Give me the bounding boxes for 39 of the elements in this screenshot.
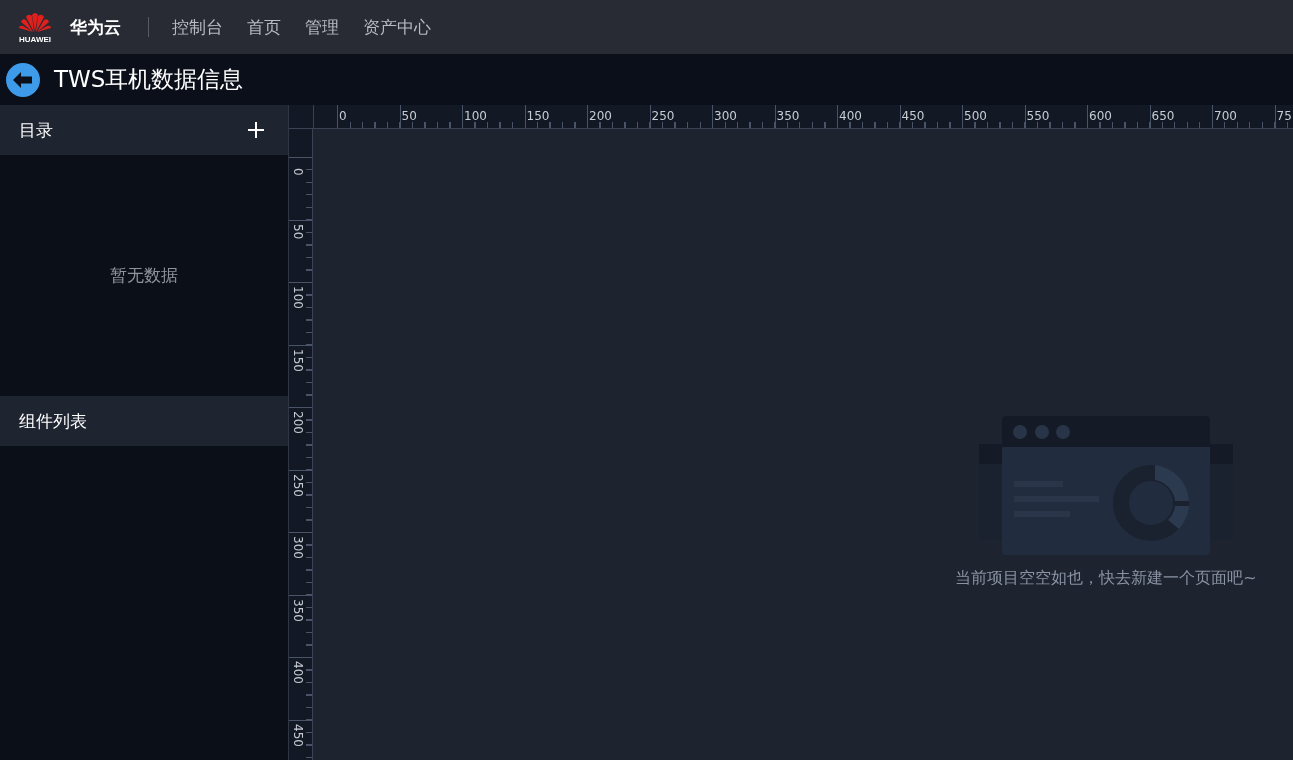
flower-logo-icon xyxy=(18,10,52,33)
nav-link[interactable]: 首页 xyxy=(247,15,281,39)
ruler-label: 400 xyxy=(839,109,862,123)
ruler-label: 300 xyxy=(714,109,737,123)
logo-text: HUAWEI xyxy=(19,34,51,44)
ruler-label: 150 xyxy=(291,348,305,372)
ruler-label: 400 xyxy=(291,661,305,684)
ruler-label: 650 xyxy=(1151,109,1175,123)
ruler-label: 200 xyxy=(291,411,305,434)
ruler-label: 350 xyxy=(776,109,800,123)
ruler-label: 0 xyxy=(291,168,305,176)
ruler-label: 50 xyxy=(401,109,417,123)
ruler-label: 0 xyxy=(339,109,347,123)
ruler-label: 350 xyxy=(291,598,305,622)
ruler-label: 700 xyxy=(1214,109,1237,123)
empty-state-message: 当前项目空空如也，快去新建一个页面吧~ xyxy=(955,568,1257,589)
ruler-label: 250 xyxy=(651,109,675,123)
ruler-label: 500 xyxy=(964,109,987,123)
ruler-label: 450 xyxy=(291,723,305,747)
ruler-label: 300 xyxy=(291,536,305,559)
ruler-label: 75 xyxy=(1276,109,1292,123)
ruler-label: 50 xyxy=(291,223,305,239)
ruler-label: 550 xyxy=(1026,109,1050,123)
ruler-label: 100 xyxy=(464,109,487,123)
plus-icon[interactable] xyxy=(248,122,264,138)
section-title: 目录 xyxy=(19,118,53,142)
ruler-label: 450 xyxy=(901,109,925,123)
brand-name: 华为云 xyxy=(70,15,121,39)
ruler-label: 100 xyxy=(291,286,305,309)
ruler-label: 600 xyxy=(1089,109,1112,123)
nav-link[interactable]: 控制台 xyxy=(172,15,223,39)
ruler-label: 250 xyxy=(291,473,305,497)
ruler-label: 150 xyxy=(526,109,550,123)
page-title: TWS耳机数据信息 xyxy=(54,65,244,94)
section-title: 组件列表 xyxy=(19,409,87,433)
ruler-label: 200 xyxy=(589,109,612,123)
nav-link[interactable]: 管理 xyxy=(305,15,339,39)
nav-link[interactable]: 资产中心 xyxy=(363,15,431,39)
empty-text: 暂无数据 xyxy=(110,264,178,287)
